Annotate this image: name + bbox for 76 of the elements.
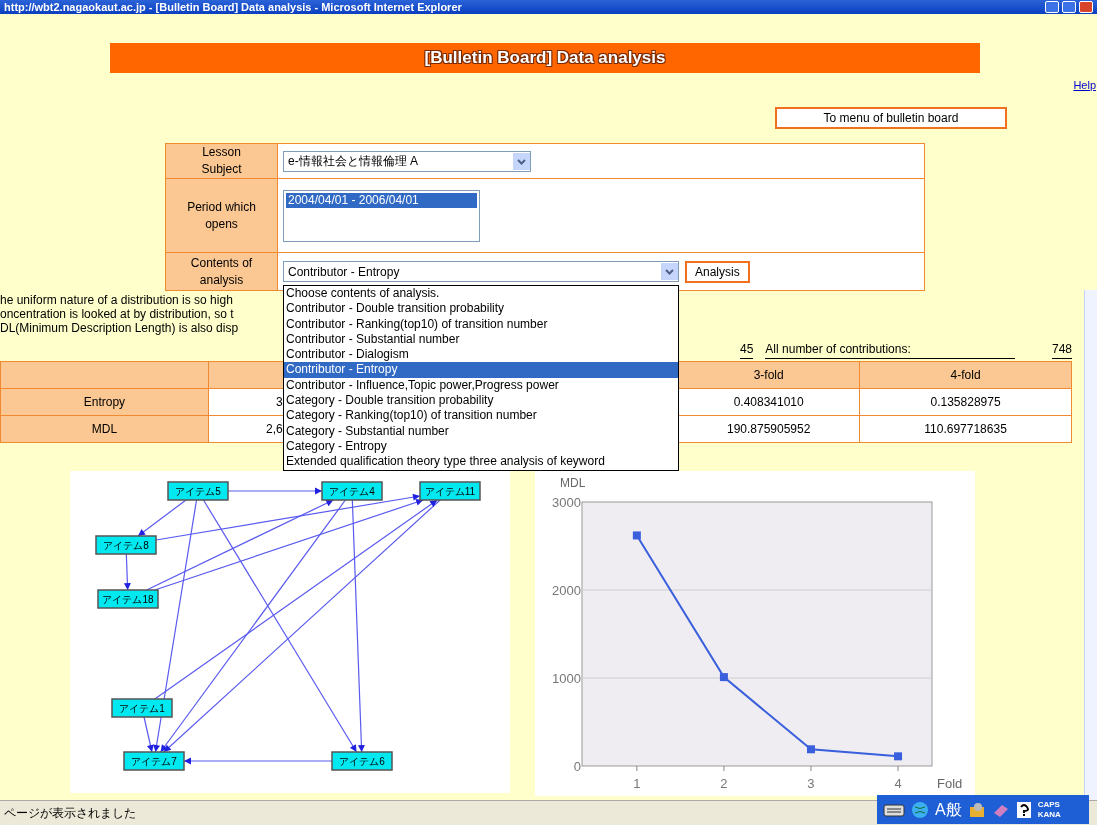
toolbox-icon[interactable] [967, 800, 986, 819]
field-label: Lesson Subject [165, 143, 278, 179]
analysis-button[interactable]: Analysis [685, 260, 750, 283]
dropdown-option[interactable]: Contributor - Double transition probability [284, 301, 678, 317]
list-option[interactable]: 2004/04/01 - 2006/04/01 [286, 192, 477, 208]
dropdown-option[interactable]: Category - Entropy [284, 438, 678, 455]
tick-label: 0 [573, 759, 581, 774]
graph-node: アイテム7 [123, 751, 185, 771]
dropdown-option[interactable]: Contributor - Influence,Topic power,Progress power [284, 377, 678, 394]
dropdown-option[interactable]: Contributor - Ranking(top10) of transition number [284, 316, 678, 332]
count-total: 748 [1051, 340, 1072, 359]
menu-button[interactable]: To menu of bulletin board [775, 107, 1007, 129]
row-header: Entropy [0, 388, 209, 416]
page-banner: [Bulletin Board] Data analysis [110, 43, 980, 73]
help-link[interactable]: Help [1073, 77, 1096, 93]
help-icon[interactable] [1015, 800, 1032, 819]
graph-node: アイテム5 [167, 481, 229, 501]
description-text: oncentration is looked at by distribution, so t [0, 307, 234, 321]
kana-indicator: KANA [1037, 809, 1061, 820]
data-point [807, 745, 815, 754]
caps-indicator: CAPS [1037, 799, 1061, 810]
dropdown-option[interactable]: Category - Ranking(top10) of transition number [284, 408, 678, 424]
graph-node: アイテム1 [111, 698, 173, 718]
tick-label: 1 [633, 776, 641, 791]
graph-node: アイテム8 [95, 535, 157, 555]
table-cell: 3 [208, 388, 284, 416]
table-cell: 110.697718635 [859, 415, 1072, 443]
dropdown-option[interactable]: Contributor - Dialogism [284, 347, 678, 363]
close-button[interactable] [1079, 1, 1093, 13]
minimize-button[interactable] [1045, 1, 1059, 13]
description-text: he uniform nature of a distribution is so high [0, 293, 233, 307]
input-mode[interactable]: A般 [935, 797, 962, 822]
graph-node: アイテム4 [321, 481, 383, 501]
tick-label: 3000 [552, 495, 581, 510]
data-point [632, 531, 641, 540]
column-header: 3-fold [677, 361, 860, 389]
field-label: Contents of analysis [165, 252, 278, 291]
listbox[interactable]: 2004/04/01 - 2006/04/01 [283, 189, 480, 242]
select-field[interactable]: e-情報社会と情報倫理 A [283, 150, 531, 172]
axis-title: Fold [937, 776, 963, 791]
count-value: 45 [740, 340, 754, 359]
globe-icon[interactable] [911, 800, 929, 819]
table-cell: 190.875905952 [677, 415, 860, 443]
edge-arrow [123, 553, 131, 591]
graph-node: アイテム18 [97, 589, 159, 609]
tick-label: 4 [894, 776, 902, 791]
table-cell: 0.408341010 [677, 388, 860, 416]
tick-label: 2000 [552, 583, 581, 598]
window-title: http://wbt2.nagaokaut.ac.jp - [Bulletin Board] Data analysis - Microsoft Internet Explorer [4, 0, 462, 14]
keyboard-icon[interactable] [883, 802, 905, 817]
scrollbar[interactable] [1084, 290, 1097, 800]
description-text: DL(Minimum Description Length) is also disp [0, 321, 239, 335]
data-point [719, 673, 728, 682]
data-point [894, 752, 903, 761]
column-header: 4-fold [859, 361, 1072, 389]
axis-title: MDL [560, 476, 586, 490]
count-label: All number of contributions: [765, 340, 1016, 359]
dropdown-option[interactable]: Category - Substantial number [284, 423, 678, 439]
status-text: ページが表示されました [4, 805, 136, 822]
tick-label: 2 [720, 776, 728, 791]
table-cell: 0.135828975 [859, 388, 1072, 416]
dropdown-option[interactable]: Choose contents of analysis. [284, 286, 678, 302]
graph-node: アイテム6 [331, 751, 393, 771]
tick-label: 3 [807, 776, 815, 791]
dropdown-option[interactable]: Contributor - Substantial number [284, 331, 678, 348]
row-header: MDL [0, 415, 209, 443]
table-cell: 2,6 [208, 415, 284, 443]
dropdown-option[interactable]: Extended qualification theory type three analysis of keyword [284, 454, 678, 470]
tick-label: 1000 [552, 671, 581, 686]
maximize-button[interactable] [1062, 1, 1076, 13]
graph-node: アイテム11 [419, 481, 481, 501]
select-field[interactable]: Contributor - Entropy [283, 261, 679, 282]
dropdown-option[interactable]: Contributor - Entropy [284, 362, 678, 378]
dropdown-list[interactable] [283, 285, 679, 471]
field-label: Period which opens [165, 178, 278, 253]
dropdown-option[interactable]: Category - Double transition probability [284, 393, 678, 409]
